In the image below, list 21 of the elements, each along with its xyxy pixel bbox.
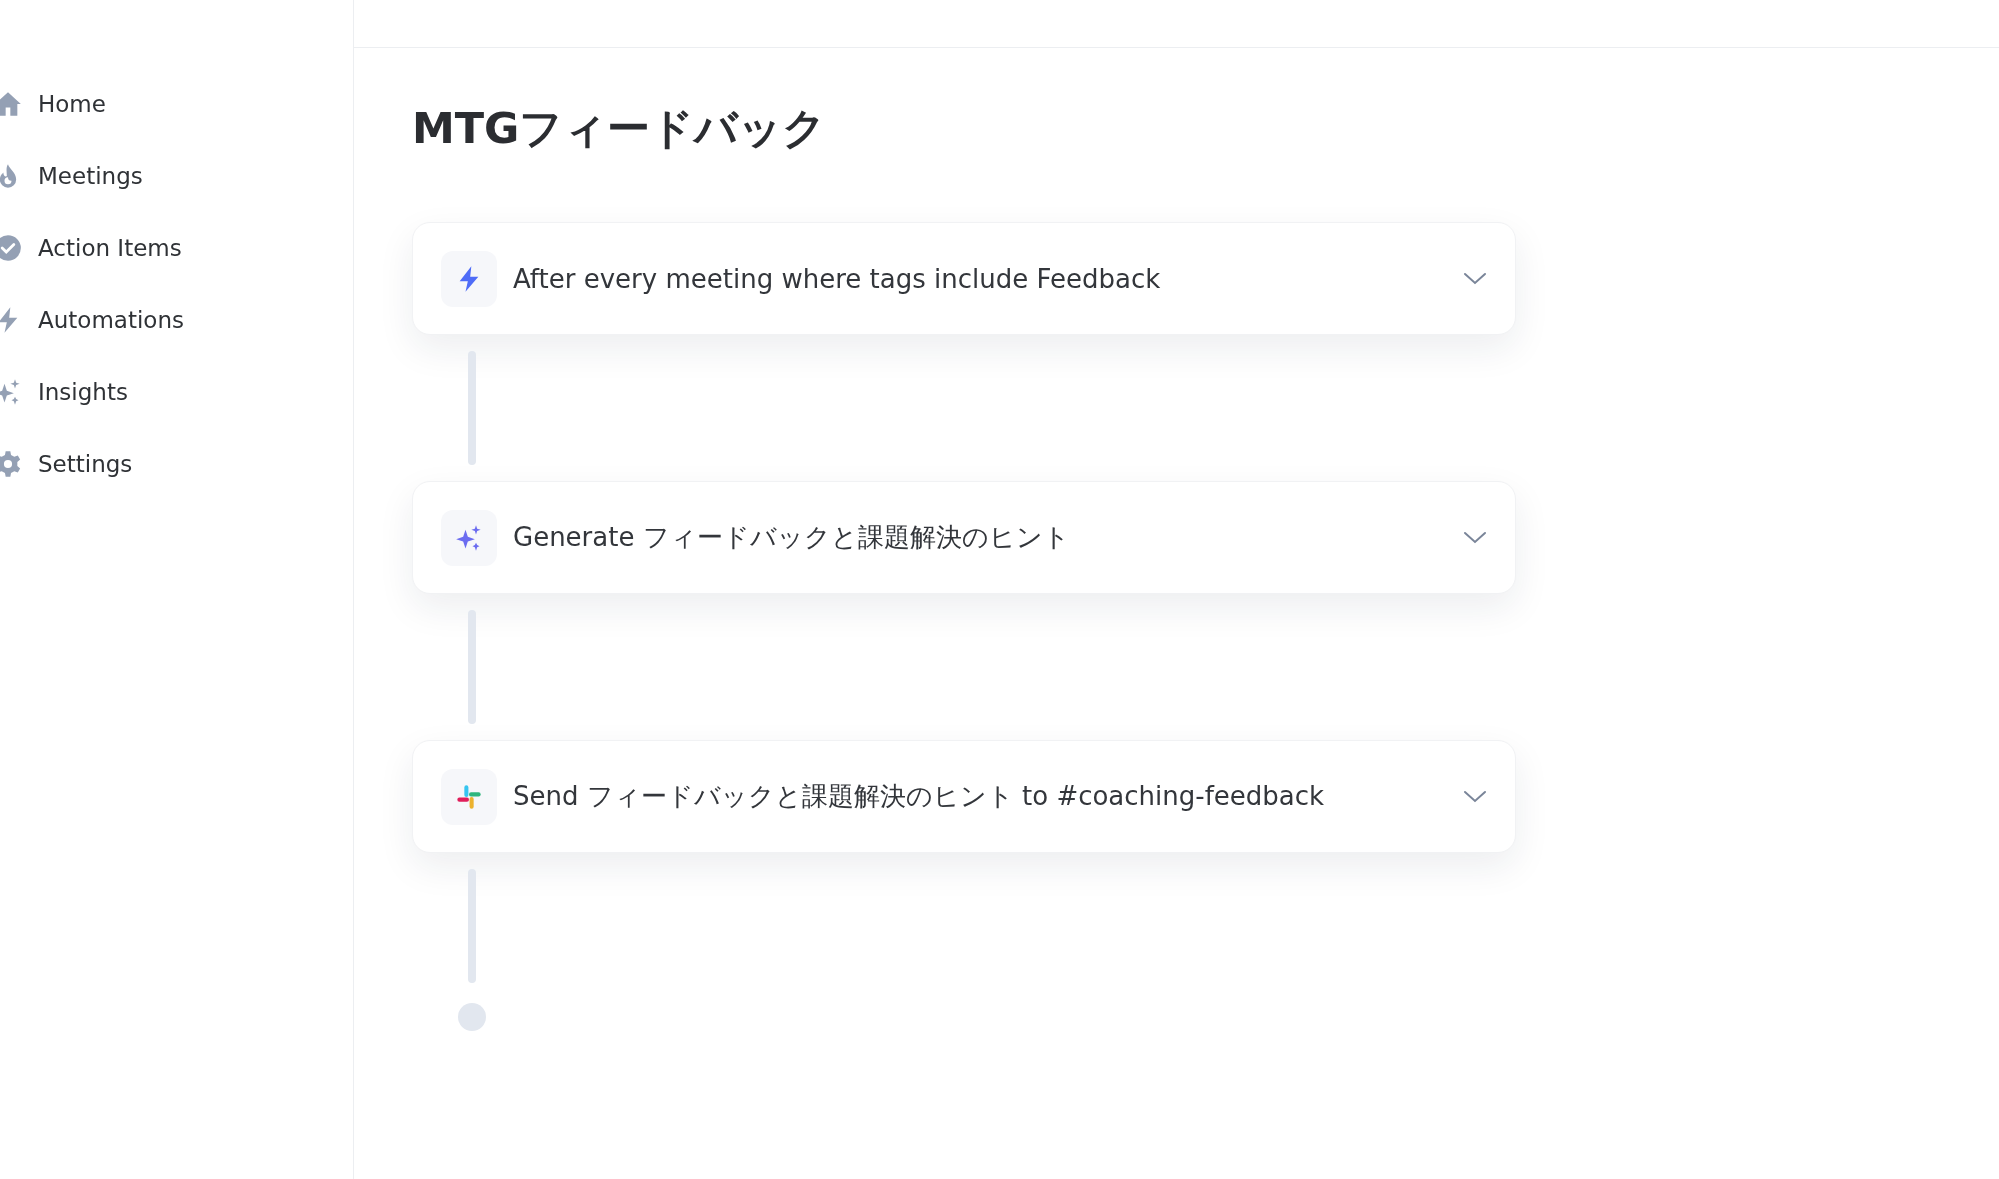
chevron-down-icon[interactable] [1463,789,1487,804]
sidebar-item[interactable]: Home [0,68,353,140]
chevron-down-icon[interactable] [1463,530,1487,545]
step-card[interactable]: Send フィードバックと課題解決のヒント to #coaching-feedback [412,740,1516,853]
step-card[interactable]: After every meeting where tags include Feedback [412,222,1516,335]
sidebar-item[interactable]: Meetings [0,140,353,212]
settings-icon [0,450,22,478]
sparkles-icon [0,378,22,406]
sidebar-item[interactable]: Action Items [0,212,353,284]
sidebar-item[interactable]: Automations [0,284,353,356]
step-card[interactable]: Generate フィードバックと課題解決のヒント [412,481,1516,594]
step-text: Send フィードバックと課題解決のヒント to #coaching-feedback [513,780,1326,813]
step-text: Generate フィードバックと課題解決のヒント [513,521,1071,554]
end-node [458,1003,486,1031]
chevron-down-icon[interactable] [1463,271,1487,286]
step-text: After every meeting where tags include Feedback [513,263,1162,294]
hash-logo-icon [455,782,483,811]
home-icon [0,90,22,118]
sidebar-item[interactable]: Insights [0,356,353,428]
page-title: MTGフィードバック [412,102,828,155]
sidebar-item[interactable]: Settings [0,428,353,500]
